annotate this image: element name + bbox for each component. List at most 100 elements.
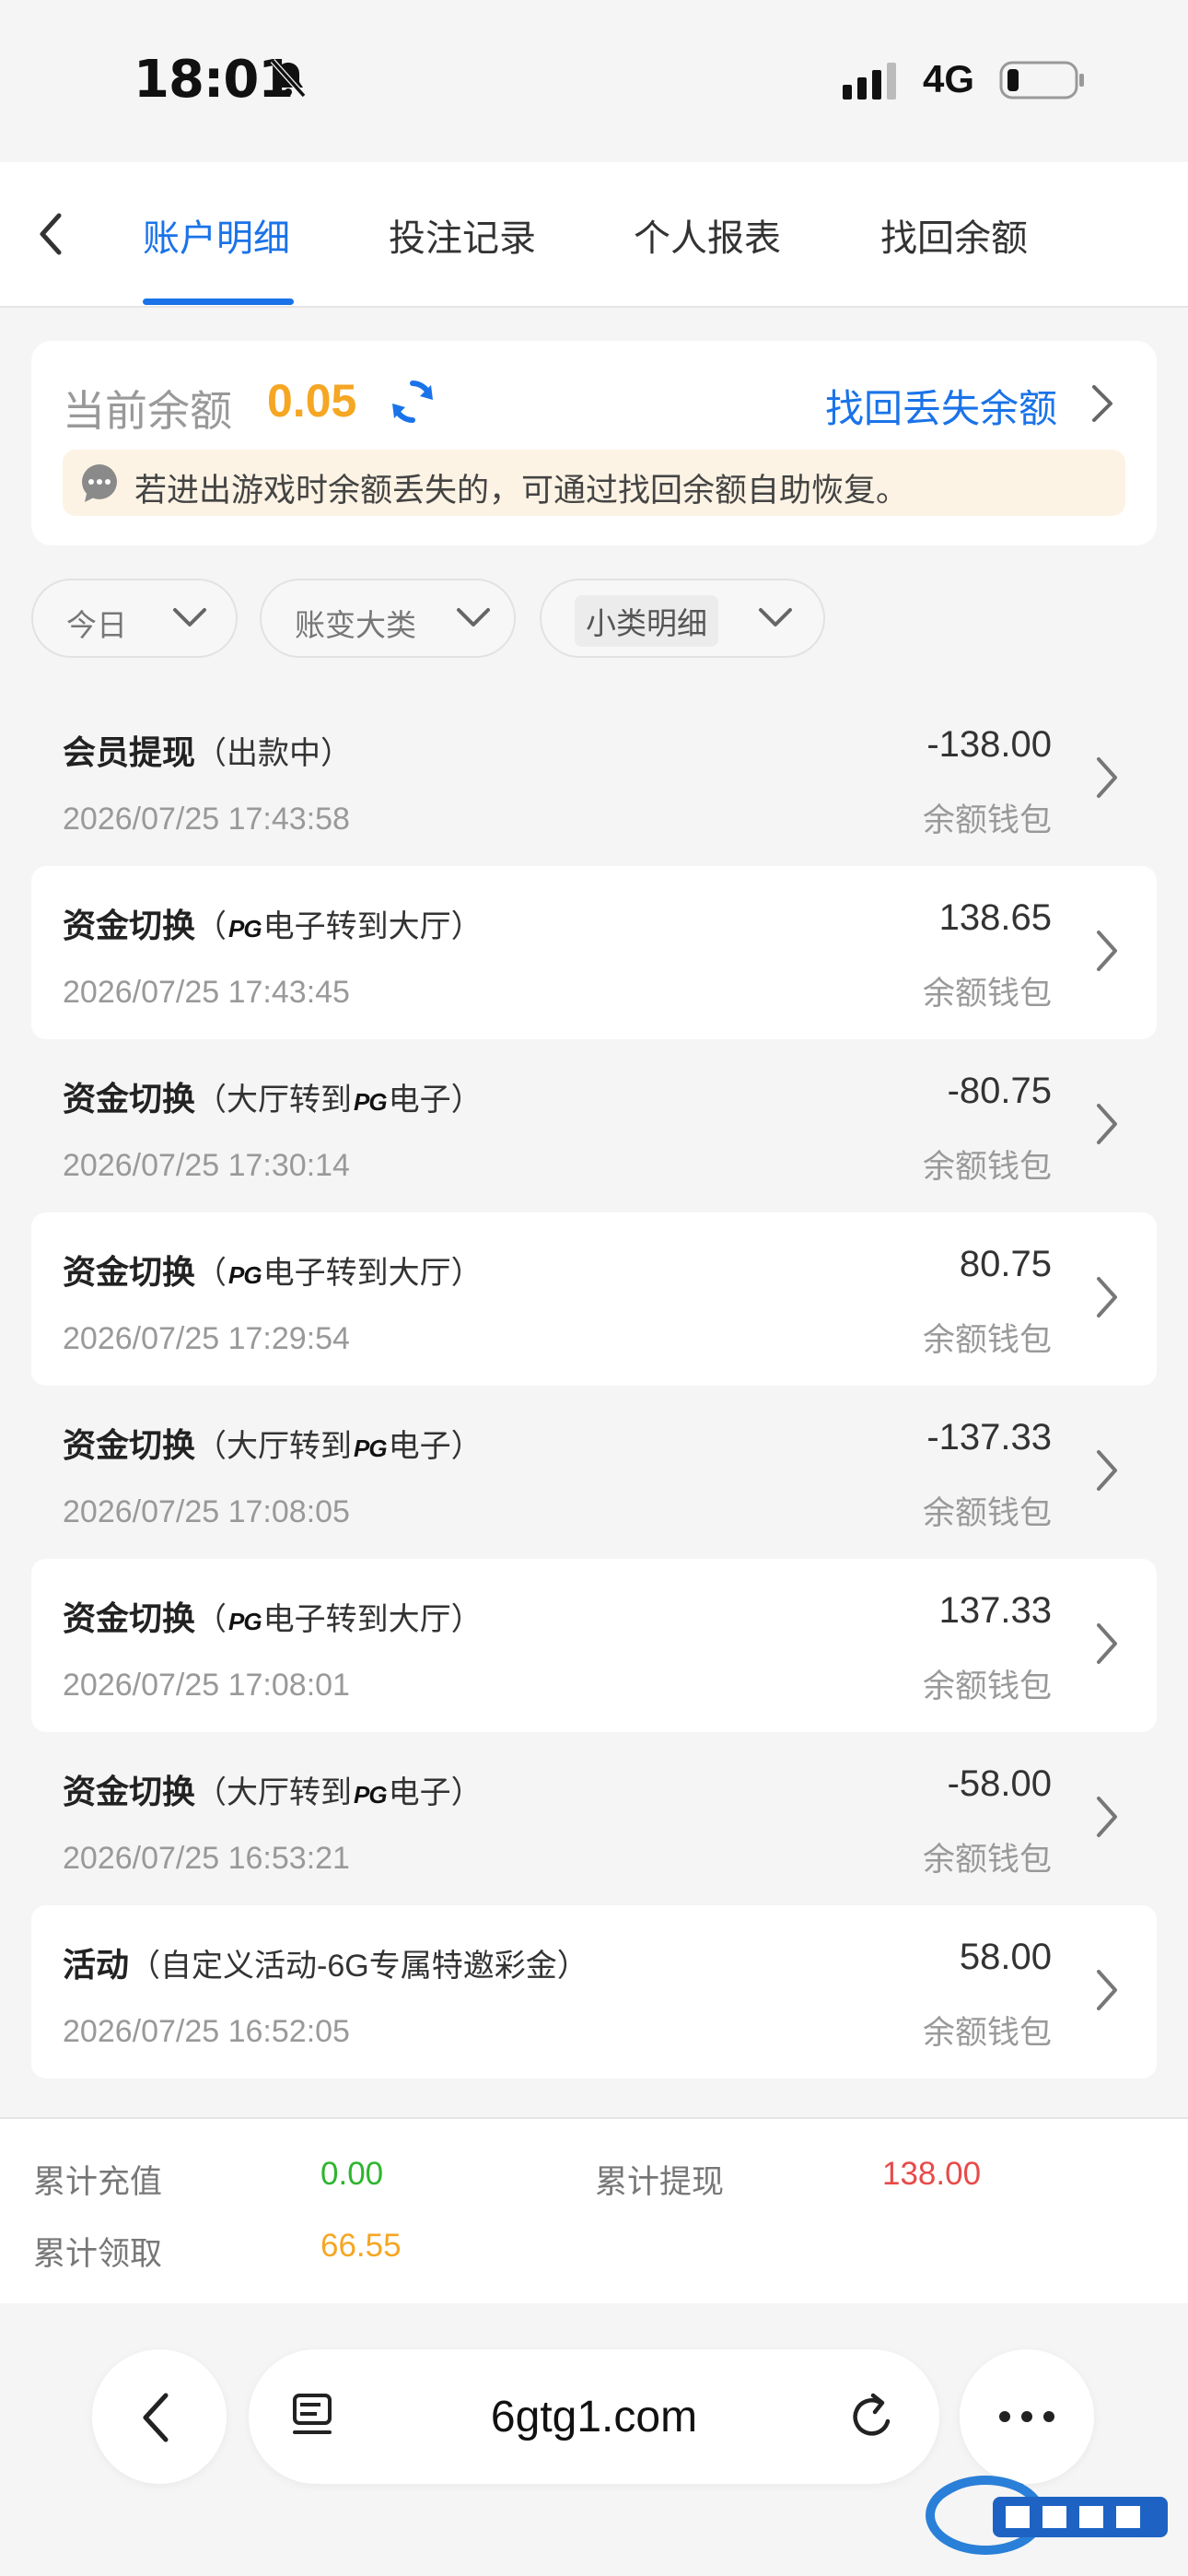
filter-category-label: 账变大类 (295, 608, 416, 642)
browser-more-button[interactable] (960, 2349, 1094, 2484)
transaction-row[interactable]: 资金切换（PG电子转到大厅） 2026/07/25 17:43:45 138.65 余… (31, 866, 1157, 1039)
balance-label: 当前余额 (63, 387, 232, 435)
transaction-type: 资金切换 (63, 907, 196, 944)
chevron-right-icon (1097, 1623, 1117, 1664)
total-withdraw-label: 累计提现 (595, 2164, 725, 2200)
transaction-datetime: 2026/07/25 17:30:14 (63, 1148, 350, 1183)
transaction-datetime: 2026/07/25 17:43:58 (63, 802, 350, 837)
reload-icon[interactable] (847, 2390, 899, 2445)
refresh-icon[interactable] (387, 376, 438, 427)
tab-bet-records[interactable]: 投注记录 (389, 208, 536, 262)
transaction-detail-post: 电子） (388, 1775, 483, 1810)
transaction-amount: 58.00 (959, 1937, 1052, 1977)
totals-panel: 累计充值 0.00 累计提现 138.00 累计领取 66.55 (0, 2117, 1188, 2303)
filter-subcategory[interactable]: 小类明细 (540, 579, 825, 658)
chevron-right-icon (1097, 1970, 1117, 2010)
total-recharge-label: 累计充值 (33, 2164, 163, 2200)
transaction-title: 会员提现（出款中） (63, 726, 355, 774)
chat-bubble-icon (82, 464, 117, 502)
transaction-row[interactable]: 资金切换（PG电子转到大厅） 2026/07/25 17:29:54 80.75 余额… (31, 1212, 1157, 1386)
watermark-logo (926, 2476, 1168, 2555)
transaction-detail-post: 电子转到大厅） (262, 909, 483, 944)
transaction-detail-pre: （出款中） (195, 736, 353, 771)
browser-back-button[interactable] (92, 2349, 227, 2484)
pg-logo: PG (354, 1781, 388, 1809)
balance-value: 0.05 (267, 375, 357, 427)
transaction-wallet: 余额钱包 (922, 1322, 1052, 1358)
transaction-title: 活动（自定义活动-6G专属特邀彩金） (63, 1938, 592, 1986)
transaction-amount: 137.33 (938, 1590, 1052, 1631)
transaction-wallet: 余额钱包 (922, 2015, 1052, 2051)
pg-logo: PG (354, 1434, 388, 1462)
transaction-row[interactable]: 资金切换（大厅转到PG电子） 2026/07/25 17:30:14 -80.75 余… (31, 1039, 1157, 1212)
battery-icon (999, 61, 1084, 100)
pg-logo: PG (228, 1608, 262, 1635)
transaction-wallet: 余额钱包 (922, 976, 1052, 1012)
transaction-wallet: 余额钱包 (922, 1149, 1052, 1185)
chevron-right-icon (1097, 1277, 1117, 1317)
chevron-right-icon (1097, 931, 1117, 971)
total-received-label: 累计领取 (33, 2236, 163, 2272)
transaction-datetime: 2026/07/25 17:08:05 (63, 1494, 350, 1529)
recover-lost-balance-link[interactable]: 找回丢失余额 (825, 378, 1057, 434)
bell-muted-icon (270, 58, 307, 99)
transaction-title: 资金切换（大厅转到PG电子） (63, 1419, 483, 1467)
tab-personal-report[interactable]: 个人报表 (634, 208, 781, 262)
transaction-list: 会员提现（出款中） 2026/07/25 17:43:58 -138.00 余额钱包资… (31, 693, 1157, 2093)
url-bar[interactable]: 6gtg1.com (249, 2349, 939, 2484)
transaction-wallet: 余额钱包 (922, 1842, 1052, 1878)
back-arrow-icon (143, 2393, 169, 2442)
transaction-wallet: 余额钱包 (922, 1669, 1052, 1704)
chevron-right-icon[interactable] (1089, 381, 1116, 426)
transaction-row[interactable]: 活动（自定义活动-6G专属特邀彩金） 2026/07/25 16:52:05 58.… (31, 1905, 1157, 2078)
transaction-detail-post: 电子转到大厅） (262, 1602, 483, 1637)
url-text: 6gtg1.com (490, 2393, 698, 2441)
tab-account-details[interactable]: 账户明细 (143, 208, 290, 262)
transaction-title: 资金切换（大厅转到PG电子） (63, 1765, 483, 1813)
transaction-detail-pre: （ (195, 909, 227, 944)
transaction-datetime: 2026/07/25 16:52:05 (63, 2014, 350, 2049)
transaction-type: 资金切换 (63, 1426, 196, 1464)
chevron-right-icon (1097, 1797, 1117, 1837)
network-type: 4G (923, 57, 975, 100)
filter-date[interactable]: 今日 (31, 579, 238, 658)
chevron-right-icon (1097, 1450, 1117, 1491)
transaction-type: 资金切换 (63, 1773, 196, 1810)
tab-recover-balance[interactable]: 找回余额 (880, 208, 1028, 262)
transaction-detail-pre: （自定义活动-6G专属特邀彩金） (129, 1949, 588, 1984)
transaction-type: 资金切换 (63, 1080, 196, 1118)
transaction-datetime: 2026/07/25 17:43:45 (63, 975, 350, 1010)
chevron-down-icon (759, 608, 792, 626)
transaction-amount: -80.75 (947, 1071, 1052, 1111)
tab-header: 账户明细 投注记录 个人报表 找回余额 (0, 162, 1188, 308)
transaction-detail-pre: （ (195, 1602, 227, 1637)
transaction-row[interactable]: 资金切换（大厅转到PG电子） 2026/07/25 16:53:21 -58.00 余… (31, 1732, 1157, 1905)
chevron-down-icon (173, 608, 206, 626)
transaction-title: 资金切换（PG电子转到大厅） (63, 899, 483, 947)
pg-logo: PG (228, 915, 262, 943)
transaction-detail-post: 电子） (388, 1429, 483, 1464)
transaction-wallet: 余额钱包 (922, 1495, 1052, 1531)
total-recharge-value: 0.00 (320, 2156, 384, 2192)
transaction-detail-post: 电子转到大厅） (262, 1256, 483, 1291)
filter-category[interactable]: 账变大类 (260, 579, 516, 658)
back-arrow-icon[interactable] (33, 206, 70, 262)
chevron-right-icon (1097, 1104, 1117, 1144)
transaction-row[interactable]: 会员提现（出款中） 2026/07/25 17:43:58 -138.00 余额钱包 (31, 693, 1157, 866)
filter-date-label: 今日 (66, 608, 127, 642)
cellular-signal-icon (843, 63, 896, 100)
transaction-type: 资金切换 (63, 1599, 196, 1637)
transaction-type: 活动 (63, 1946, 130, 1984)
pg-logo: PG (354, 1088, 388, 1116)
total-withdraw-value: 138.00 (882, 2156, 982, 2192)
transaction-row[interactable]: 资金切换（大厅转到PG电子） 2026/07/25 17:08:05 -137.33… (31, 1386, 1157, 1559)
filter-subcategory-label: 小类明细 (575, 595, 718, 647)
balance-card: 当前余额 0.05 找回丢失余额 若进出游戏时余额丢失的，可通过找回余额自助恢复… (31, 341, 1157, 545)
transaction-row[interactable]: 资金切换（PG电子转到大厅） 2026/07/25 17:08:01 137.33 余… (31, 1559, 1157, 1732)
transaction-type: 会员提现 (63, 733, 196, 771)
transaction-type: 资金切换 (63, 1253, 196, 1291)
transaction-datetime: 2026/07/25 16:53:21 (63, 1841, 350, 1876)
chevron-down-icon (457, 608, 490, 626)
status-bar: 18:01 4G (0, 0, 1188, 162)
transaction-detail-pre: （大厅转到 (195, 1775, 353, 1810)
